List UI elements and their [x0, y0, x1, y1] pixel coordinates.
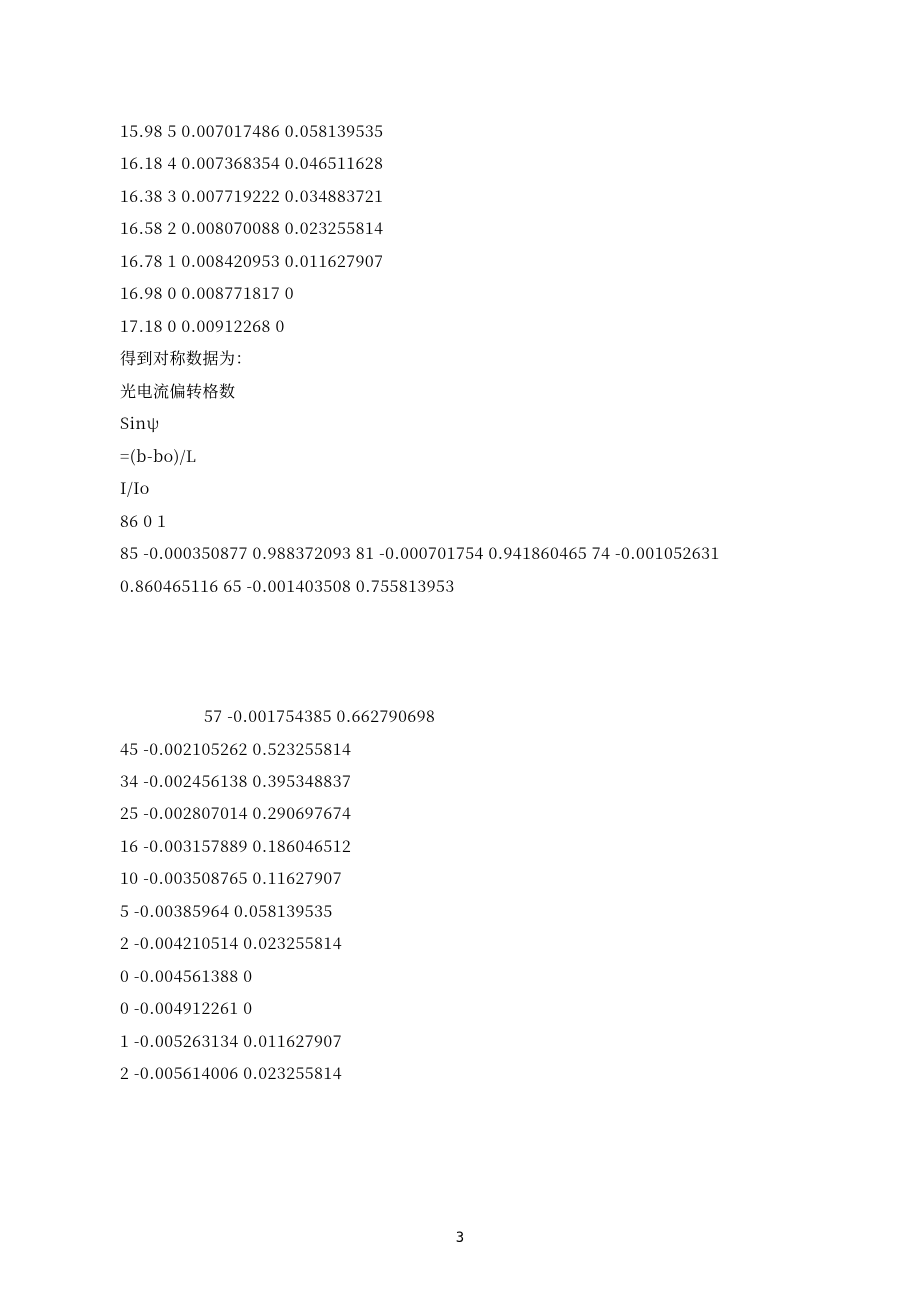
label-line: Sinψ	[120, 407, 800, 439]
data-line: 16.98 0 0.008771817 0	[120, 277, 800, 309]
data-line: 85 -0.000350877 0.988372093 81 -0.000701…	[120, 537, 800, 569]
heading-line: 得到对称数据为：	[120, 342, 800, 374]
data-line: 0 -0.004912261 0	[120, 992, 800, 1024]
data-line: 57 -0.001754385 0.662790698	[120, 700, 800, 732]
data-line: 0 -0.004561388 0	[120, 960, 800, 992]
data-line: 16 -0.003157889 0.186046512	[120, 830, 800, 862]
data-line: 16.58 2 0.008070088 0.023255814	[120, 212, 800, 244]
label-line: 光电流偏转格数	[120, 375, 800, 407]
data-line: 16.18 4 0.007368354 0.046511628	[120, 147, 800, 179]
formula-line: =(b-bo)/L	[120, 440, 800, 472]
data-line: 2 -0.004210514 0.023255814	[120, 927, 800, 959]
data-line: 16.38 3 0.007719222 0.034883721	[120, 180, 800, 212]
data-line: 86 0 1	[120, 505, 800, 537]
data-line: 16.78 1 0.008420953 0.011627907	[120, 245, 800, 277]
paragraph-gap	[120, 602, 800, 700]
data-line: 0.860465116 65 -0.001403508 0.755813953	[120, 570, 800, 602]
data-line: 1 -0.005263134 0.011627907	[120, 1025, 800, 1057]
data-line: 45 -0.002105262 0.523255814	[120, 733, 800, 765]
document-page: 15.98 5 0.007017486 0.058139535 16.18 4 …	[0, 0, 920, 1302]
data-line: 34 -0.002456138 0.395348837	[120, 765, 800, 797]
data-line: 5 -0.00385964 0.058139535	[120, 895, 800, 927]
data-line: 17.18 0 0.00912268 0	[120, 310, 800, 342]
page-number: 3	[0, 1224, 920, 1252]
data-line: 15.98 5 0.007017486 0.058139535	[120, 115, 800, 147]
data-line: 10 -0.003508765 0.11627907	[120, 862, 800, 894]
label-line: I/Io	[120, 472, 800, 504]
data-line: 25 -0.002807014 0.290697674	[120, 797, 800, 829]
data-line: 2 -0.005614006 0.023255814	[120, 1057, 800, 1089]
